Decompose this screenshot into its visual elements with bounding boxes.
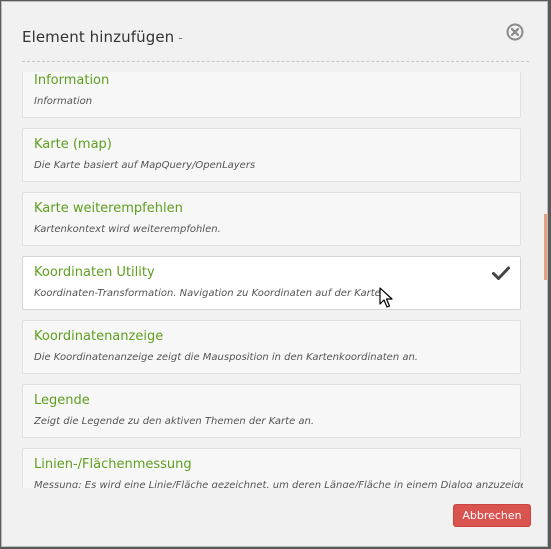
list-item-koordinaten-utility[interactable]: Koordinaten Utility Koordinaten-Transfor… [22,256,521,310]
check-icon [492,265,510,280]
cancel-button[interactable]: Abbrechen [453,504,531,527]
item-title: Koordinatenanzeige [34,329,164,344]
list-item-karte-weiterempfehlen[interactable]: Karte weiterempfehlen Kartenkontext wird… [22,192,521,246]
dialog-title-text: Element hinzufügen [22,28,175,46]
header-divider [22,61,529,62]
dialog-title-suffix: - [178,31,183,45]
item-description: Die Koordinatenanzeige zeigt die Mauspos… [34,352,418,363]
dialog-title: Element hinzufügen - [22,28,183,46]
item-title: Information [34,73,110,88]
list-item-koordinatenanzeige[interactable]: Koordinatenanzeige Die Koordinatenanzeig… [22,320,521,374]
item-title: Legende [34,393,90,408]
list-item-information[interactable]: Information Information [22,72,521,118]
item-description: Information [34,96,93,107]
item-description: Kartenkontext wird weiterempfohlen. [34,224,221,235]
item-title: Karte weiterempfehlen [34,201,183,216]
element-list[interactable]: Information Information Karte (map) Die … [22,72,523,488]
close-icon[interactable] [505,22,525,42]
item-title: Karte (map) [34,137,112,152]
item-description: Die Karte basiert auf MapQuery/OpenLayer… [34,160,256,171]
item-description: Koordinaten-Transformation. Navigation z… [34,288,384,299]
item-title: Linien-/Flächenmessung [34,457,192,472]
item-description: Messung: Es wird eine Linie/Fläche gezei… [34,480,523,488]
dialog-header: Element hinzufügen - [2,2,547,66]
item-title: Koordinaten Utility [34,265,155,280]
list-item-legende[interactable]: Legende Zeigt die Legende zu den aktiven… [22,384,521,438]
list-item-karte-map[interactable]: Karte (map) Die Karte basiert auf MapQue… [22,128,521,182]
add-element-dialog: Element hinzufügen - Information Informat… [1,1,548,547]
list-item-linien-flaechenmessung[interactable]: Linien-/Flächenmessung Messung: Es wird … [22,448,523,488]
scrollbar-thumb[interactable] [544,214,547,280]
item-description: Zeigt die Legende zu den aktiven Themen … [34,416,315,427]
